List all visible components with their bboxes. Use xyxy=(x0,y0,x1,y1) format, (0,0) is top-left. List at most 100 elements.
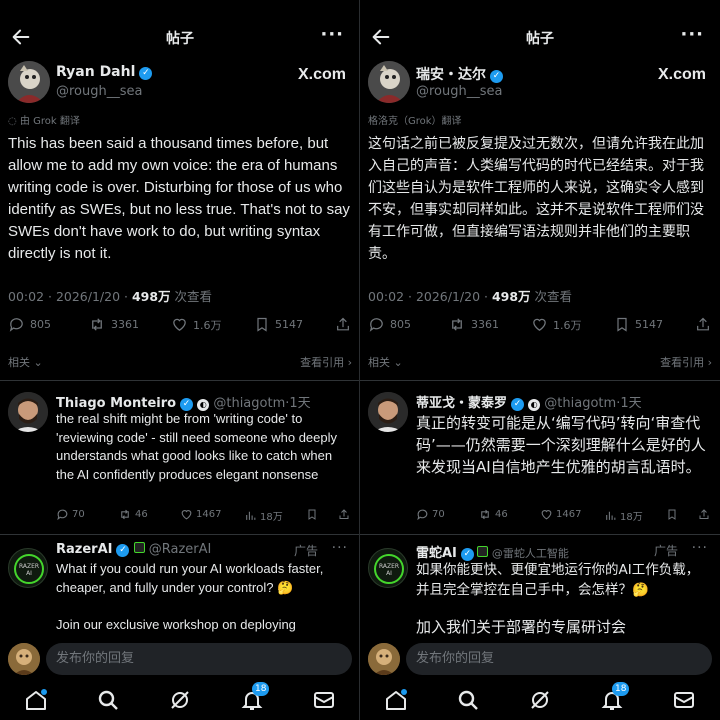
bookmark-button[interactable]: 5147 xyxy=(614,316,663,333)
tab-search[interactable] xyxy=(96,688,120,712)
reply-reply-button[interactable]: 70 xyxy=(56,508,85,521)
reply-icon xyxy=(9,318,23,332)
ad-avatar[interactable]: RAZER AI xyxy=(8,548,48,588)
ad-handle: @雷蛇人工智能 xyxy=(491,547,569,560)
affiliate-icon xyxy=(133,542,145,553)
ad-author-name[interactable]: 雷蛇AI xyxy=(416,546,457,561)
page-title: 帖子 xyxy=(166,31,194,47)
tab-notifications[interactable]: 18 xyxy=(600,682,630,712)
tab-search[interactable] xyxy=(456,688,480,712)
like-button[interactable]: 1.6万 xyxy=(531,316,582,333)
my-avatar[interactable] xyxy=(368,643,400,675)
ad-author-name[interactable]: RazerAI xyxy=(56,542,112,557)
reply-item[interactable]: 蒂亚戈・蒙泰罗 ✓ ◐ @thiagotm·1天 真正的转变可能是从‘编写代码’转… xyxy=(360,390,720,530)
reply-share-button[interactable] xyxy=(338,508,350,521)
post-meta: 00:02 · 2026/1/20 · 498万 次查看 xyxy=(368,286,572,305)
tab-grok[interactable] xyxy=(168,688,192,712)
reply-repost-count: 46 xyxy=(495,509,508,520)
reply-reply-button[interactable]: 70 xyxy=(416,508,445,521)
ad-item[interactable]: RAZER AI RazerAI ✓ @RazerAI 广告 ··· What if… xyxy=(0,540,360,640)
reply-repost-button[interactable]: 46 xyxy=(118,508,148,521)
reply-view-count: 18万 xyxy=(620,512,643,523)
repost-button[interactable]: 3361 xyxy=(448,316,499,333)
grok-icon xyxy=(531,691,549,709)
tab-home[interactable] xyxy=(24,688,48,712)
reply-views[interactable]: 18万 xyxy=(244,508,283,523)
reply-repost-button[interactable]: 46 xyxy=(478,508,508,521)
ad-avatar[interactable]: RAZER AI xyxy=(368,548,408,588)
more-options-icon[interactable]: ··· xyxy=(692,540,708,556)
reply-input[interactable]: 发布你的回复 xyxy=(46,643,352,675)
author-name[interactable]: Ryan Dahl ✓ xyxy=(56,64,153,80)
translation-notice[interactable]: 格洛克（Grok）翻译 xyxy=(368,112,462,127)
my-avatar[interactable] xyxy=(8,643,40,675)
post-body: 这句话之前已被反复提及过无数次，但请允许我在此加入自己的声音：人类编写代码的时代… xyxy=(368,136,704,262)
post-author[interactable]: Ryan Dahl ✓ @rough__sea X.com xyxy=(8,60,352,106)
post-meta: 00:02 · 2026/1/20 · 498万 次查看 xyxy=(8,286,212,305)
reply-item[interactable]: Thiago Monteiro ✓ ◐ @thiagotm·1天 the real… xyxy=(0,390,360,530)
tab-home[interactable] xyxy=(384,688,408,712)
ad-item[interactable]: RAZER AI 雷蛇AI ✓ @雷蛇人工智能 广告 ··· 如果你能更快、更便宜地… xyxy=(360,540,720,640)
post-author[interactable]: 瑞安・达尔 ✓ @rough__sea X.com xyxy=(368,60,712,106)
tab-messages[interactable] xyxy=(312,688,336,712)
reply-bookmark-button[interactable] xyxy=(306,508,318,521)
like-button[interactable]: 1.6万 xyxy=(171,316,222,333)
reply-like-button[interactable]: 1467 xyxy=(180,508,221,521)
reply-share-button[interactable] xyxy=(698,508,710,521)
related-dropdown[interactable]: 相关 ⌄ xyxy=(368,356,403,369)
share-button[interactable] xyxy=(695,316,711,333)
ad-label: 广告 xyxy=(653,544,678,558)
more-options-icon[interactable]: ··· xyxy=(332,540,348,556)
reply-views[interactable]: 18万 xyxy=(604,508,643,523)
tab-notifications[interactable]: 18 xyxy=(240,682,270,712)
view-quotes-link[interactable]: 查看引用 › xyxy=(660,354,712,370)
reply-icon xyxy=(369,318,383,332)
divider xyxy=(0,534,360,535)
reply-author-name[interactable]: Thiago Monteiro xyxy=(56,396,176,411)
tab-grok[interactable] xyxy=(528,688,552,712)
chevron-down-icon: ⌄ xyxy=(393,356,403,369)
translation-label: 由 Grok 翻译 xyxy=(19,116,80,127)
reply-bookmark-button[interactable] xyxy=(666,508,678,521)
reply-button[interactable]: 805 xyxy=(368,316,411,333)
ad-header: 雷蛇AI ✓ @雷蛇人工智能 xyxy=(416,542,569,561)
repost-count: 3361 xyxy=(111,318,139,331)
bookmark-count: 5147 xyxy=(635,318,663,331)
bookmark-icon xyxy=(257,317,267,332)
reply-input[interactable]: 发布你的回复 xyxy=(406,643,712,675)
divider xyxy=(360,380,720,381)
post-body: This has been said a thousand times befo… xyxy=(8,135,350,262)
unread-dot xyxy=(401,689,407,695)
views-icon xyxy=(246,511,256,520)
reply-avatar[interactable] xyxy=(8,392,48,432)
notification-badge: 18 xyxy=(612,682,630,696)
author-avatar[interactable] xyxy=(8,61,50,103)
repost-icon xyxy=(92,318,102,331)
more-options-icon[interactable]: ··· xyxy=(680,24,704,45)
bookmark-button[interactable]: 5147 xyxy=(254,316,303,333)
translation-label: 格洛克（Grok）翻译 xyxy=(368,116,462,127)
more-options-icon[interactable]: ··· xyxy=(320,24,344,45)
view-quotes-link[interactable]: 查看引用 › xyxy=(300,354,352,370)
reply-author-name[interactable]: 蒂亚戈・蒙泰罗 xyxy=(416,396,507,411)
author-avatar[interactable] xyxy=(368,61,410,103)
search-icon xyxy=(458,690,478,710)
repost-button[interactable]: 3361 xyxy=(88,316,139,333)
reply-avatar[interactable] xyxy=(368,392,408,432)
reply-count: 805 xyxy=(30,318,51,331)
verified-badge-icon: ✓ xyxy=(490,70,503,83)
reply-like-button[interactable]: 1467 xyxy=(540,508,581,521)
heart-icon xyxy=(181,510,192,520)
translation-notice[interactable]: ◌ 由 Grok 翻译 xyxy=(8,112,80,127)
reply-button[interactable]: 805 xyxy=(8,316,51,333)
author-name[interactable]: 瑞安・达尔 ✓ xyxy=(416,64,503,84)
ad-handle: @RazerAI xyxy=(148,542,212,557)
tab-messages[interactable] xyxy=(672,688,696,712)
related-dropdown[interactable]: 相关 ⌄ xyxy=(8,356,43,369)
divider xyxy=(0,380,360,381)
reply-view-count: 18万 xyxy=(260,512,283,523)
share-button[interactable] xyxy=(335,316,351,333)
post-pane-original: 帖子 ··· Ryan Dahl ✓ @rough__sea X.com ◌ 由 … xyxy=(0,0,360,720)
svg-text:AI: AI xyxy=(386,570,392,577)
view-count-label: 次查看 xyxy=(170,289,213,304)
